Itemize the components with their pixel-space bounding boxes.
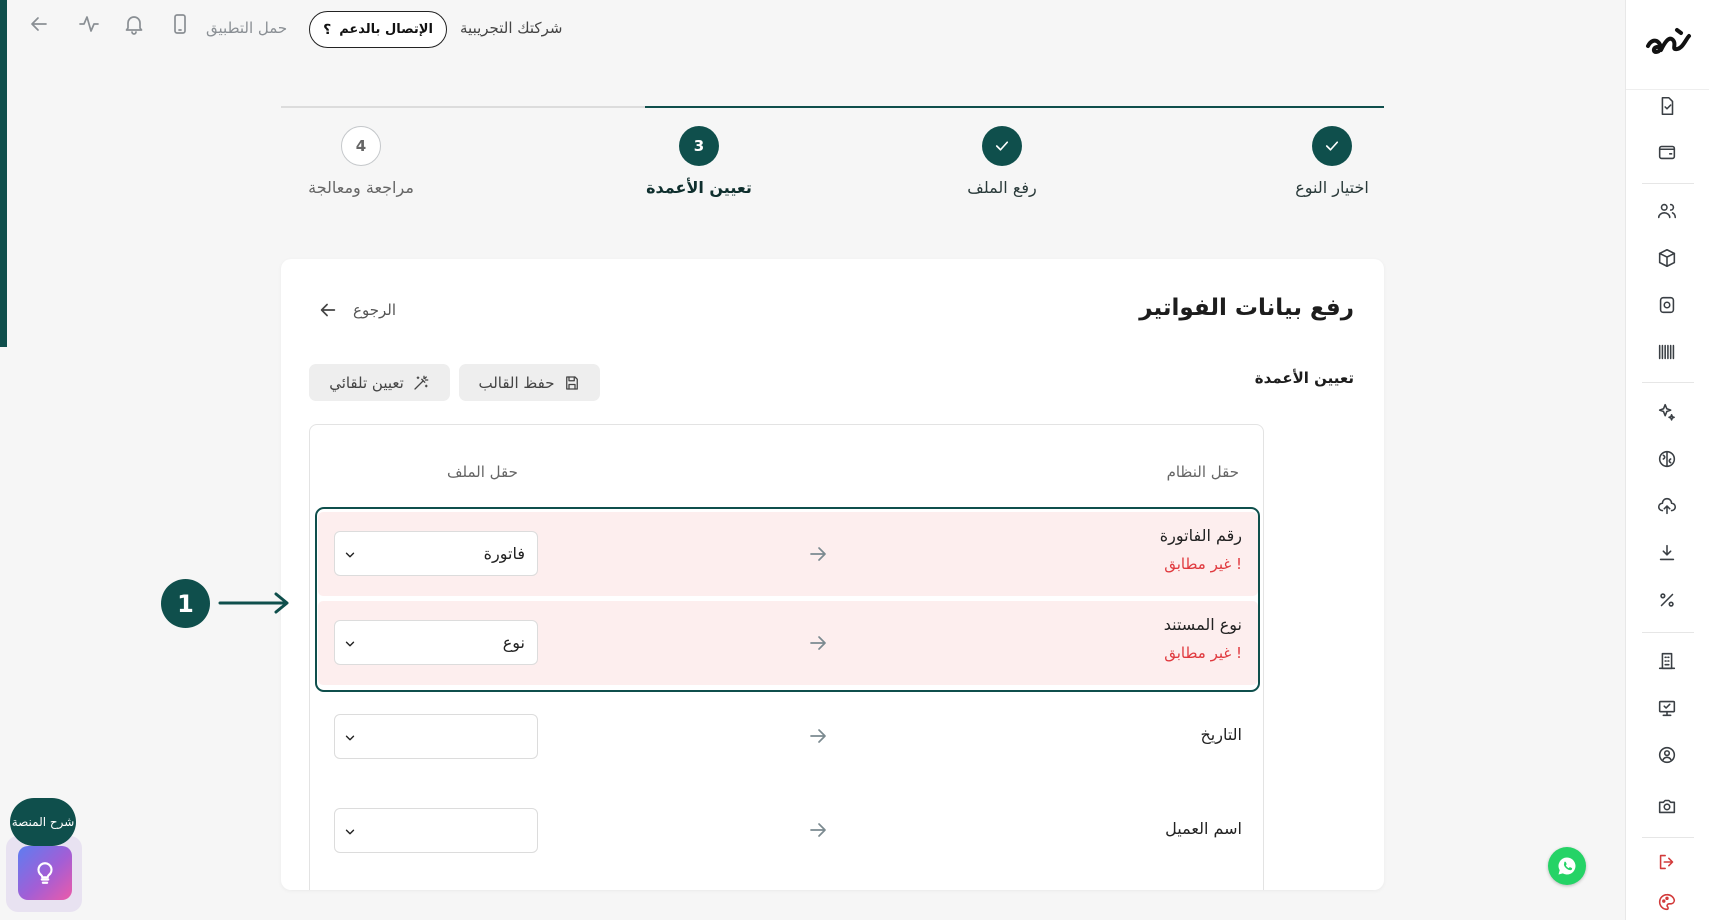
file-field-select[interactable] [334,714,538,759]
sparkles-icon[interactable] [1654,399,1680,425]
users-icon[interactable] [1654,198,1680,224]
arrow-right-icon [806,724,830,748]
save-template-label: حفظ القالب [478,373,555,392]
step-number: 4 [341,126,381,166]
logout-icon[interactable] [1654,849,1680,875]
chevron-down-icon [343,730,357,744]
page-title: رفع بيانات الفواتير [1139,295,1354,321]
step-label: اختيار النوع [1295,178,1369,197]
sidebar-divider [1642,382,1694,383]
phone-icon[interactable] [168,12,192,36]
step-select-type[interactable]: اختيار النوع [1232,126,1432,197]
file-field-select[interactable] [334,808,538,853]
stepper-progress [645,106,1384,108]
download-icon[interactable] [1654,540,1680,566]
save-icon [565,375,578,390]
platform-guide-widget[interactable] [6,836,82,912]
sidebar-divider [1642,632,1694,633]
step-number: 3 [679,126,719,166]
step-label: تعيين الأعمدة [646,178,752,197]
mapping-row-date: التاريخ [318,697,1258,781]
contact-support-button[interactable]: الإتصال بالدعم ؟ [309,11,447,48]
annotation-arrow-icon [218,592,289,614]
column-header-file-field: حقل الملف [447,463,518,481]
support-label: الإتصال بالدعم [339,22,433,37]
brand-logo[interactable] [1643,22,1693,66]
column-mapping-table: حقل النظام حقل الملف رقم الفاتورة ! غير … [309,424,1264,890]
auto-map-button[interactable]: تعيين تلقائي [309,364,450,401]
camera-icon[interactable] [1654,793,1680,819]
chevron-down-icon [343,824,357,838]
building-icon[interactable] [1654,648,1680,674]
brain-icon[interactable] [1654,446,1680,472]
bell-icon[interactable] [122,12,146,36]
document-check-icon[interactable] [1654,93,1680,119]
arrow-left-icon[interactable] [27,12,51,36]
annotation-marker: 1 [161,579,210,628]
progress-stepper: اختيار النوع رفع الملف 3 تعيين الأعمدة 4… [281,106,1384,206]
arrow-right-icon [806,818,830,842]
back-label: الرجوع [353,301,396,319]
system-field-label: اسم العميل [1165,819,1242,838]
user-circle-icon[interactable] [1654,742,1680,768]
platform-guide-label[interactable]: شرح المنصة [10,798,76,846]
system-field-label: التاريخ [1200,725,1242,744]
right-sidebar [1625,0,1709,920]
top-bar: حمل التطبيق الإتصال بالدعم ؟ شركتك التجر… [0,0,1625,60]
barcode-icon[interactable] [1654,339,1680,365]
step-done-indicator [982,126,1022,166]
step-map-columns[interactable]: 3 تعيين الأعمدة [599,126,799,197]
sidebar-divider [1642,837,1694,838]
section-title: تعيين الأعمدة [1254,369,1354,387]
percent-icon[interactable] [1654,587,1680,613]
palette-icon[interactable] [1654,889,1680,915]
wallet-icon[interactable] [1654,139,1680,165]
sidebar-divider [1642,183,1694,184]
question-icon: ؟ [323,21,332,38]
lightbulb-icon [18,846,72,900]
upload-cloud-icon[interactable] [1654,493,1680,519]
monitor-check-icon[interactable] [1654,695,1680,721]
back-button[interactable]: الرجوع [317,299,396,321]
sidebar-divider [1626,89,1709,90]
save-template-button[interactable]: حفظ القالب [459,364,600,401]
column-header-system-field: حقل النظام [1166,463,1239,481]
activity-icon[interactable] [77,12,101,36]
check-icon [1325,141,1339,151]
step-done-indicator [1312,126,1352,166]
step-label: رفع الملف [967,178,1037,197]
upload-card: رفع بيانات الفواتير الرجوع تعيين الأعمدة… [281,259,1384,890]
step-upload-file[interactable]: رفع الملف [902,126,1102,197]
check-icon [995,141,1009,151]
download-app-link[interactable]: حمل التطبيق [206,19,287,37]
step-review-process[interactable]: 4 مراجعة ومعالجة [261,126,461,197]
whatsapp-icon[interactable] [1548,847,1586,885]
mismatch-highlight-frame [315,507,1260,692]
box-icon[interactable] [1654,245,1680,271]
magic-wand-icon [414,375,429,390]
mapping-row-customer-name: اسم العميل [318,791,1258,875]
arrow-left-icon [320,303,336,317]
step-label: مراجعة ومعالجة [308,178,414,197]
auto-map-label: تعيين تلقائي [329,373,404,392]
archive-icon[interactable] [1654,292,1680,318]
company-name[interactable]: شركتك التجريبية [460,19,562,37]
